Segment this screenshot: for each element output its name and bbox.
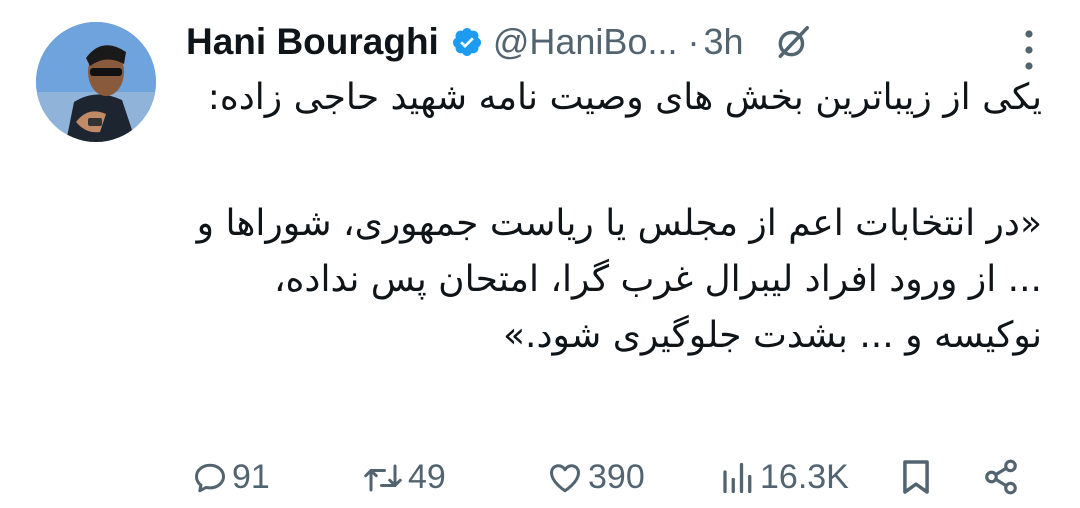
- like-button[interactable]: 390: [546, 458, 645, 497]
- more-icon[interactable]: [1024, 28, 1034, 76]
- verified-badge-icon: [451, 26, 483, 58]
- views-button[interactable]: 16.3K: [718, 458, 849, 497]
- share-icon: [985, 459, 1017, 495]
- like-count: 390: [588, 458, 645, 496]
- views-count: 16.3K: [760, 458, 849, 496]
- reply-button[interactable]: 91: [192, 458, 270, 497]
- bookmark-button[interactable]: [900, 458, 932, 496]
- bookmark-icon: [903, 460, 929, 494]
- share-button[interactable]: [982, 458, 1020, 496]
- views-icon: [723, 462, 752, 493]
- repost-icon: [364, 464, 402, 491]
- reply-count: 91: [232, 458, 270, 496]
- avatar-photo: [36, 22, 156, 142]
- reply-icon: [195, 463, 225, 492]
- tweet-text-line: یکی از زیباترین بخش های وصیت نامه شهید ح…: [207, 77, 1042, 118]
- repost-button[interactable]: 49: [362, 458, 446, 497]
- tweet-text-line: «در انتخابات اعم از مجلس یا ریاست جمهوری…: [196, 203, 1042, 356]
- tweet-timestamp[interactable]: 3h: [703, 21, 743, 63]
- author-handle[interactable]: @HaniBo...: [493, 21, 678, 63]
- repost-count: 49: [408, 458, 446, 496]
- tweet-header: Hani Bouraghi @HaniBo... · 3h: [186, 18, 1060, 66]
- author-name[interactable]: Hani Bouraghi: [186, 21, 439, 63]
- tweet-text: یکی از زیباترین بخش های وصیت نامه شهید ح…: [186, 70, 1042, 364]
- avatar[interactable]: [36, 22, 156, 142]
- grok-icon[interactable]: [774, 23, 812, 61]
- like-icon: [550, 463, 580, 492]
- separator-dot: ·: [687, 21, 700, 62]
- tweet-actions: 91 49 390 16.3K: [186, 458, 1042, 508]
